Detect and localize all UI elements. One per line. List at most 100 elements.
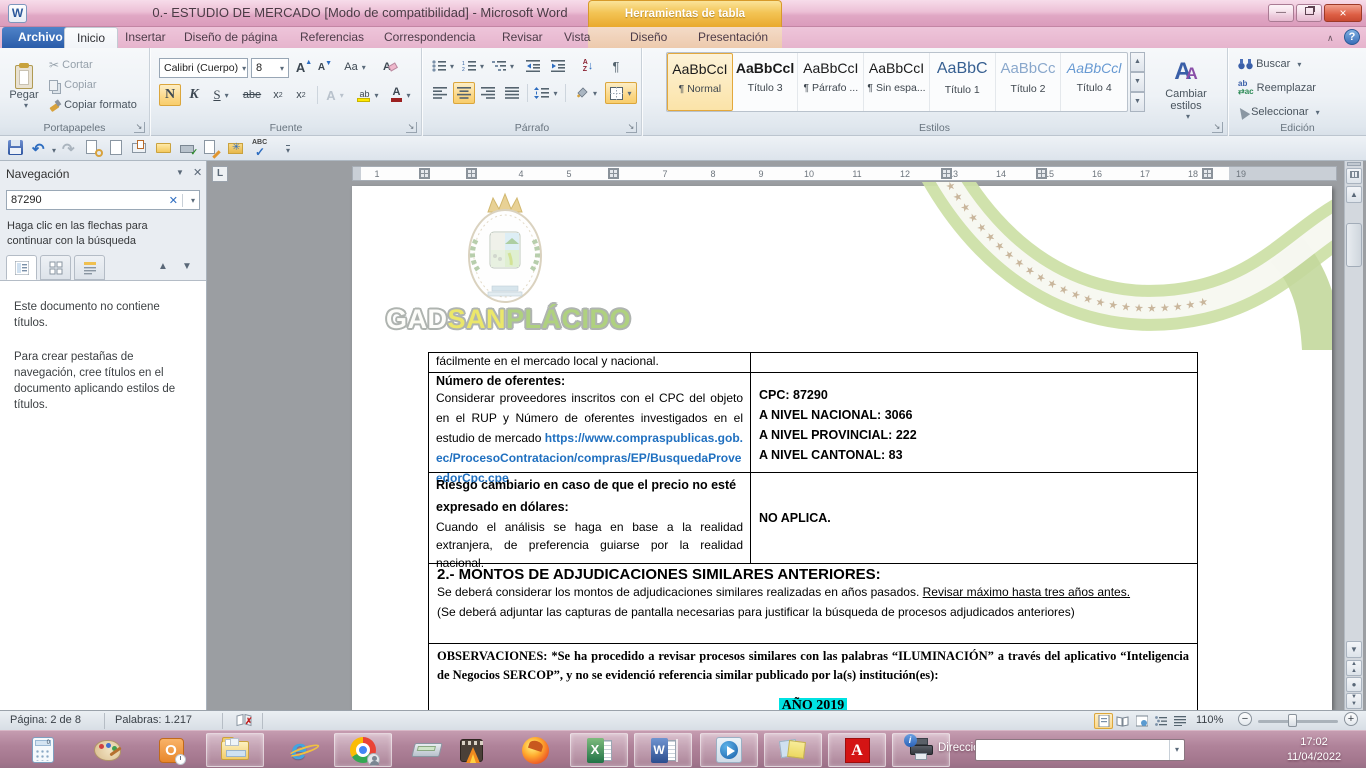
styles-dialog-launcher[interactable]: ↘	[1212, 122, 1223, 133]
bullets-button[interactable]: ▾	[429, 56, 457, 76]
folder-asterisk-icon[interactable]: ✳	[228, 140, 245, 157]
show-marks-button[interactable]: ¶	[605, 56, 627, 76]
font-family-combo[interactable]: Calibri (Cuerpo)▾	[159, 58, 248, 78]
previous-page-icon[interactable]: ▲▲	[1346, 660, 1362, 676]
horizontal-ruler[interactable]: 1 2 3 4 5 6 7 8 9 10 11 12 13 14 15 16 1…	[352, 166, 1337, 181]
search-options-dropdown-icon[interactable]: ▾	[187, 196, 199, 205]
tab-inicio[interactable]: Inicio	[64, 27, 118, 48]
tab-vista[interactable]: Vista	[552, 27, 602, 48]
strikethrough-button[interactable]: abe	[239, 84, 265, 106]
taskbar-clock[interactable]: 17:02 11/04/2022	[1270, 735, 1358, 765]
clear-formatting-button[interactable]: A	[379, 57, 401, 77]
copy-button[interactable]: Copiar	[48, 76, 144, 94]
zoom-slider-track[interactable]	[1258, 720, 1338, 723]
help-icon[interactable]: ?	[1344, 29, 1360, 45]
tab-revisar[interactable]: Revisar	[490, 27, 555, 48]
table-cell[interactable]: Número de oferentes: Considerar proveedo…	[429, 373, 751, 472]
table-column-marker[interactable]	[1202, 168, 1213, 179]
qat-more-icon[interactable]: ▾	[282, 140, 299, 157]
tab-diseno-contextual[interactable]: Diseño	[618, 27, 679, 48]
restore-button[interactable]	[1296, 4, 1322, 22]
paragraph-dialog-launcher[interactable]: ↘	[626, 122, 637, 133]
ruler-toggle-button[interactable]	[1346, 168, 1362, 184]
save-icon[interactable]	[8, 140, 25, 157]
superscript-button[interactable]: x2	[290, 84, 312, 106]
clipboard-dialog-launcher[interactable]: ↘	[134, 122, 145, 133]
close-button[interactable]: ×	[1324, 4, 1362, 22]
shading-button[interactable]: ▾	[571, 82, 601, 104]
font-size-combo[interactable]: 8▾	[251, 58, 289, 78]
justify-button[interactable]	[501, 82, 523, 104]
table-cell[interactable]: Riesgo cambiario en caso de que el preci…	[429, 473, 751, 563]
font-color-button[interactable]: A▾	[387, 84, 415, 106]
multilevel-list-button[interactable]: ▾	[489, 56, 517, 76]
table-cell-empty[interactable]	[751, 353, 1197, 372]
taskbar-word-icon[interactable]: W	[634, 733, 692, 767]
grow-font-button[interactable]: A▲	[294, 57, 314, 77]
increase-indent-button[interactable]	[546, 56, 570, 76]
table-column-marker[interactable]	[466, 168, 477, 179]
zoom-slider-thumb[interactable]	[1288, 714, 1297, 727]
numbering-button[interactable]: 12▾	[459, 56, 487, 76]
style-sin-espaciado[interactable]: AaBbCcI¶ Sin espa...	[864, 53, 930, 111]
replace-button[interactable]: ab⇄ac Reemplazar	[1237, 79, 1347, 97]
undo-icon[interactable]: ↶	[32, 140, 49, 157]
table-cell[interactable]: CPC: 87290 A NIVEL NACIONAL: 3066 A NIVE…	[751, 373, 1197, 472]
split-handle[interactable]	[1347, 162, 1361, 166]
style-parrafo[interactable]: AaBbCcI¶ Párrafo ...	[798, 53, 864, 111]
font-dialog-launcher[interactable]: ↘	[406, 122, 417, 133]
change-styles-button[interactable]: AA Cambiar estilos ▾	[1152, 52, 1220, 126]
style-titulo-4[interactable]: AaBbCclTítulo 4	[1061, 53, 1127, 111]
draft-view-button[interactable]	[1170, 713, 1189, 729]
address-input[interactable]	[976, 744, 1165, 756]
zoom-in-icon[interactable]: +	[1344, 712, 1358, 726]
email-icon[interactable]	[132, 140, 149, 157]
browse-results-tab[interactable]	[74, 255, 105, 280]
gallery-more-icon[interactable]: ▼	[1130, 92, 1145, 112]
new-document-icon[interactable]	[110, 140, 127, 157]
minimize-button[interactable]: —	[1268, 4, 1294, 22]
line-spacing-button[interactable]: ▾	[531, 82, 561, 104]
table-column-marker[interactable]	[941, 168, 952, 179]
taskbar-firefox-icon[interactable]	[506, 733, 564, 767]
table-column-marker[interactable]	[419, 168, 430, 179]
outline-view-button[interactable]	[1151, 713, 1170, 729]
taskbar-internet-explorer-icon[interactable]: e	[270, 733, 328, 767]
open-folder-icon[interactable]	[156, 140, 173, 157]
taskbar-paint-icon[interactable]	[78, 733, 136, 767]
select-browse-object-icon[interactable]: ●	[1346, 677, 1362, 692]
nav-pane-close-icon[interactable]: ✕	[193, 166, 202, 179]
year-highlight[interactable]: AÑO 2019	[779, 698, 848, 710]
taskbar-file-explorer-icon[interactable]	[206, 733, 264, 767]
word-app-icon[interactable]: W	[8, 4, 27, 23]
tab-presentacion-contextual[interactable]: Presentación	[686, 27, 780, 48]
reading-view-button[interactable]	[1113, 713, 1132, 729]
taskbar-chrome-icon[interactable]	[334, 733, 392, 767]
select-button[interactable]: Seleccionar ▾	[1237, 103, 1353, 121]
taskbar-calculator-icon[interactable]: 0	[14, 733, 72, 767]
taskbar-disc-burner-icon[interactable]	[442, 733, 500, 767]
document-page[interactable]: ★ ★ ★ ★ ★ ★ ★ ★ ★ ★ ★ ★ ★ ★ ★ ★ ★ ★ ★ ★ …	[352, 186, 1332, 710]
sort-button[interactable]: AZ↓	[575, 56, 601, 76]
observations-text[interactable]: OBSERVACIONES: *Se ha procedido a revisa…	[437, 647, 1189, 685]
scroll-up-icon[interactable]: ▲	[1346, 186, 1362, 203]
gallery-scroll-up-icon[interactable]: ▲	[1130, 52, 1145, 72]
redo-icon-disabled[interactable]: ↷	[62, 140, 79, 157]
table-cell[interactable]: NO APLICA.	[751, 473, 1197, 563]
text-effects-button[interactable]: A▾	[321, 84, 349, 106]
table-cell[interactable]: fácilmente en el mercado local y naciona…	[429, 353, 751, 372]
quick-print-icon[interactable]: ✓	[180, 140, 197, 157]
align-center-button[interactable]	[453, 82, 475, 104]
italic-button[interactable]: K	[183, 84, 205, 106]
browse-headings-tab[interactable]	[6, 255, 37, 280]
section2-title[interactable]: 2.- MONTOS DE ADJUDICACIONES SIMILARES A…	[437, 565, 1189, 583]
style-normal[interactable]: AaBbCcI¶ Normal	[667, 53, 733, 111]
taskbar-media-player-icon[interactable]	[700, 733, 758, 767]
nav-pane-menu-icon[interactable]: ▼	[176, 168, 184, 177]
style-titulo-3[interactable]: AaBbCclTítulo 3	[733, 53, 799, 111]
web-layout-view-button[interactable]	[1132, 713, 1151, 729]
nav-search-input[interactable]	[7, 194, 165, 206]
find-button[interactable]: Buscar ▾	[1237, 55, 1347, 73]
undo-dropdown-icon[interactable]: ▾	[48, 140, 58, 157]
next-result-icon[interactable]: ▼	[182, 261, 192, 272]
